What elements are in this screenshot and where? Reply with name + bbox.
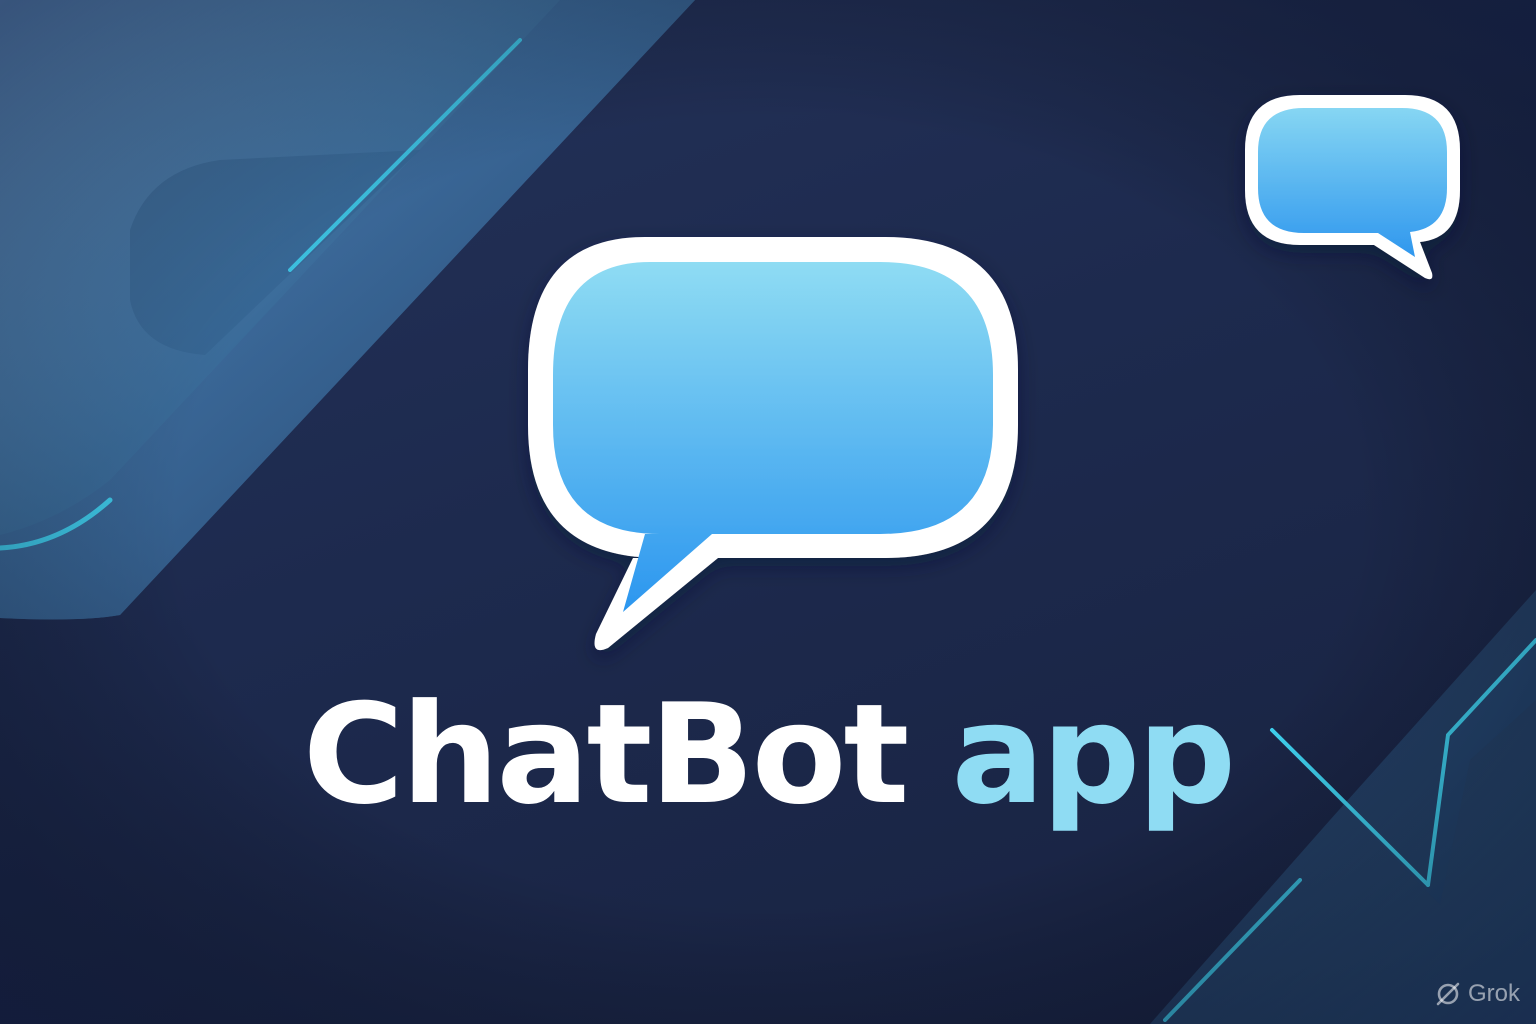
bubble-layer <box>528 95 1460 651</box>
chat-bubble-icon <box>528 237 1018 651</box>
small-chat-bubble-icon <box>1245 95 1460 280</box>
app-title: ChatBot app <box>0 686 1536 824</box>
title-accent-text: app <box>951 674 1236 835</box>
watermark: Grok <box>1434 980 1520 1008</box>
watermark-text: Grok <box>1467 980 1520 1007</box>
grok-logo-icon <box>1436 982 1460 1006</box>
title-main-text: ChatBot <box>302 674 910 835</box>
banner: ChatBot app Grok <box>0 0 1536 1024</box>
